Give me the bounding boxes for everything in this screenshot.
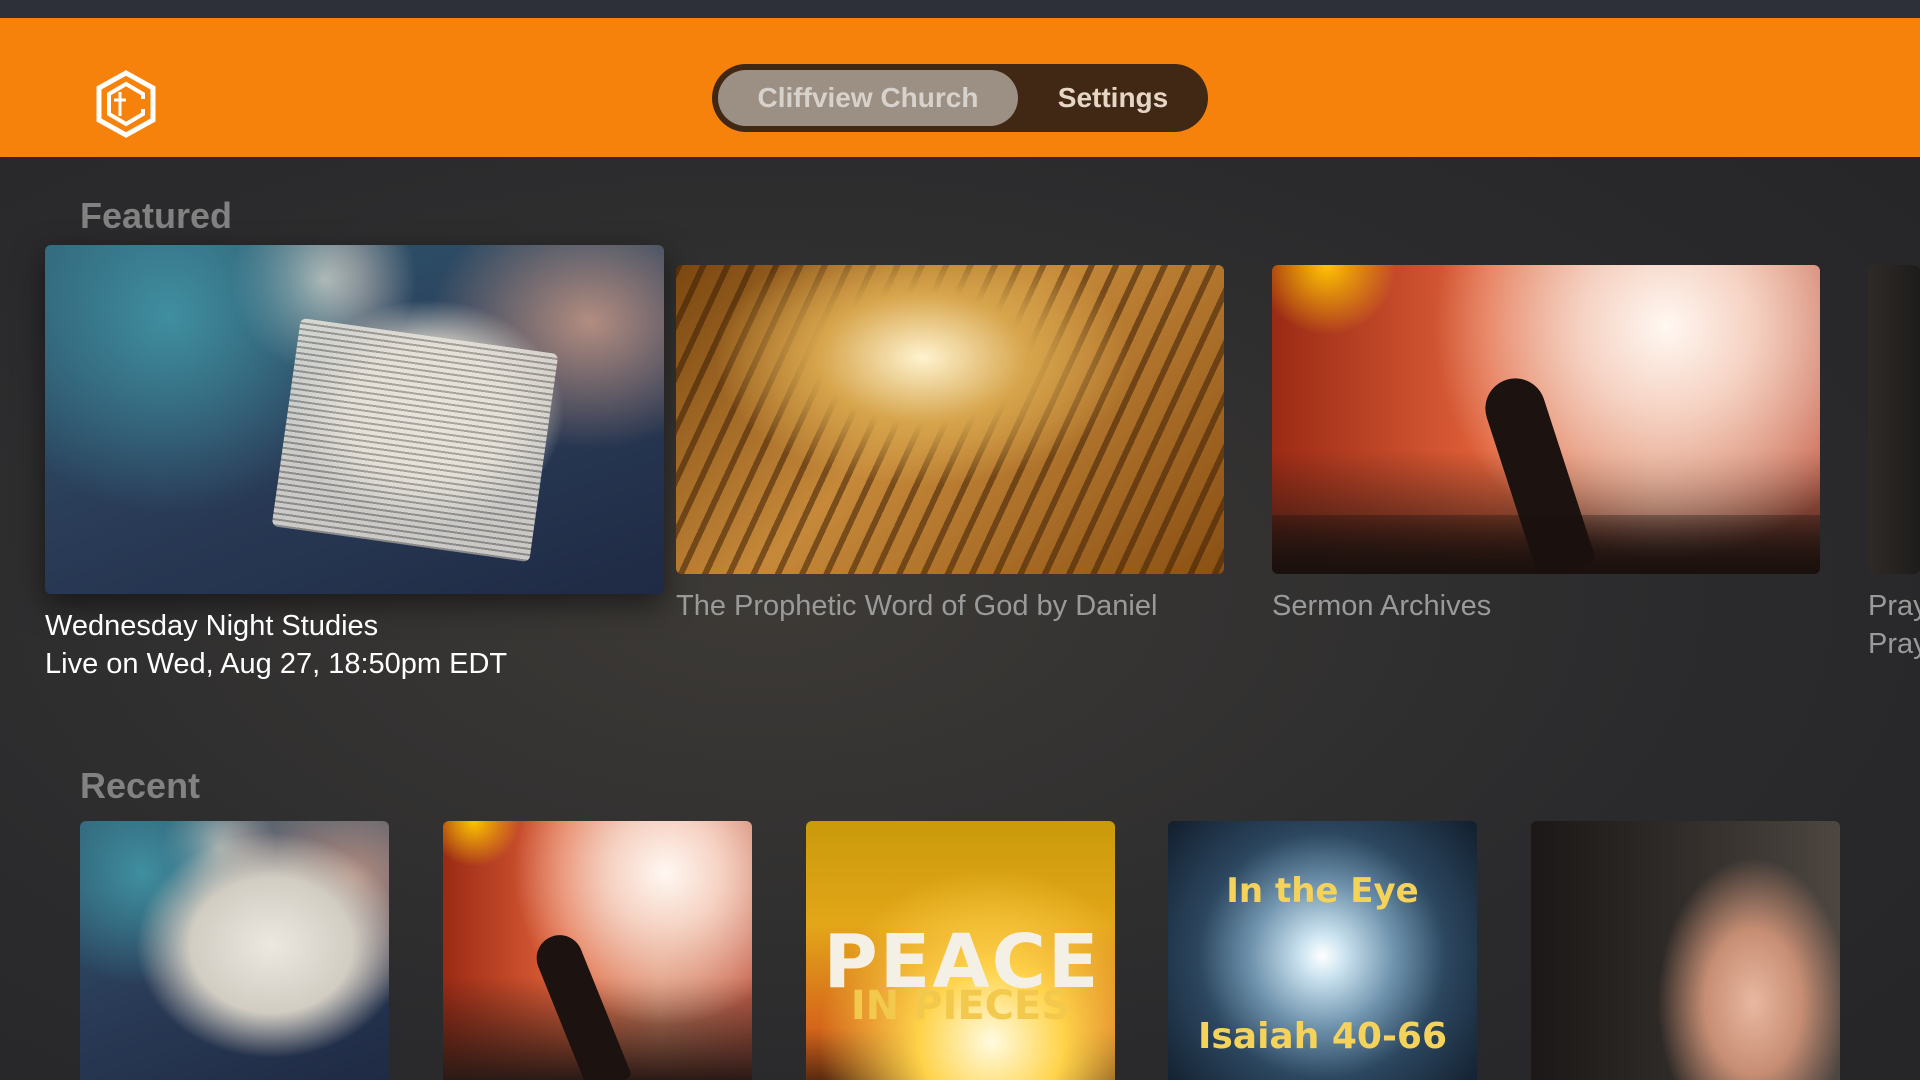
recent-card-prayer-hands[interactable]	[1531, 821, 1840, 1080]
in-the-eye-text: In the Eye	[1226, 871, 1419, 911]
featured-card-prayer-partial[interactable]	[1868, 265, 1920, 574]
top-strip	[0, 0, 1920, 18]
featured-subtitle-prayer-partial: Pray	[1868, 628, 1920, 660]
tab-switcher: Cliffview Church Settings	[712, 64, 1208, 132]
featured-title-prayer-partial: Pray	[1868, 590, 1920, 622]
featured-title-wednesday: Wednesday Night Studies	[45, 610, 379, 642]
recent-heading: Recent	[80, 765, 201, 806]
isaiah-range-text: Isaiah 40-66	[1197, 1016, 1448, 1057]
bible-pages-image	[271, 317, 559, 563]
featured-card-sermon-archives[interactable]	[1272, 265, 1820, 574]
recent-card-bible-study[interactable]	[80, 821, 389, 1080]
featured-heading: Featured	[80, 195, 233, 236]
recent-card-worship[interactable]	[443, 821, 752, 1080]
church-logo-icon	[94, 70, 158, 138]
featured-card-wednesday-night-studies[interactable]	[45, 245, 664, 594]
header-bar: Cliffview Church Settings	[0, 18, 1920, 157]
crowd-silhouette	[1272, 515, 1820, 574]
featured-card-prophetic-word[interactable]	[676, 265, 1224, 574]
tab-cliffview-church[interactable]: Cliffview Church	[718, 70, 1018, 126]
featured-subtitle-live: Live on Wed, Aug 27, 18:50pm EDT	[45, 648, 508, 680]
featured-title-prophetic-word: The Prophetic Word of God by Daniel	[676, 590, 1158, 622]
recent-card-peace-in-pieces[interactable]: PEACE IN PIECES	[806, 821, 1115, 1080]
in-pieces-subtitle-text: IN PIECES	[850, 983, 1071, 1029]
featured-title-sermon-archives: Sermon Archives	[1272, 590, 1492, 622]
raised-hand-silhouette	[529, 928, 633, 1080]
tab-settings[interactable]: Settings	[1024, 70, 1202, 126]
recent-card-isaiah[interactable]: In the Eye Isaiah 40-66	[1168, 821, 1477, 1080]
